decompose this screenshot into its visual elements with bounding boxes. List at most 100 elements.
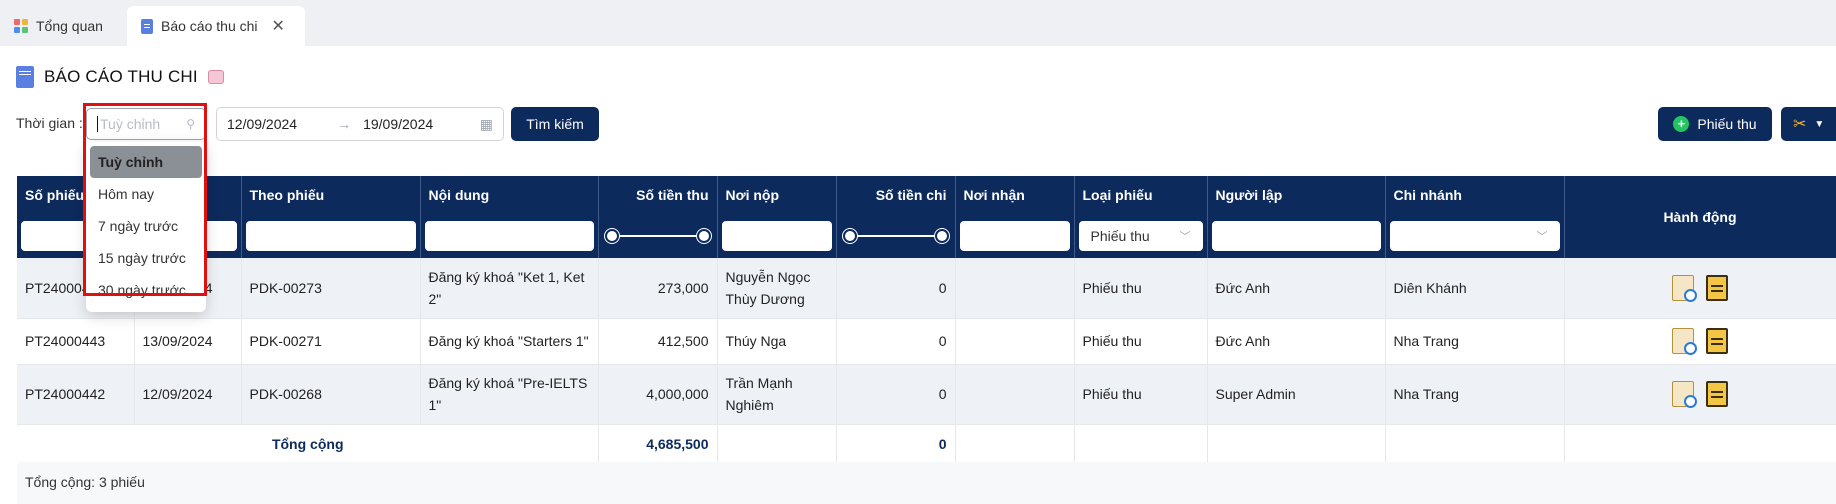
tab-label: Báo cáo thu chi (161, 18, 258, 34)
range-placeholder: Tuỳ chỉnh (100, 116, 161, 132)
report-table: Số phiếu Ngày lập Theo phiếu Nội dung Số… (17, 176, 1836, 465)
cell-noi-nop: Trần Mạnh Nghiêm (717, 364, 837, 425)
range-slider[interactable] (603, 221, 713, 251)
add-receipt-button[interactable]: + Phiếu thu (1658, 107, 1772, 141)
cell-thu: 412,500 (598, 318, 718, 365)
chevron-down-icon: ﹀ (1536, 231, 1548, 243)
print-receipt-icon[interactable] (1706, 274, 1728, 301)
view-detail-icon[interactable] (1672, 381, 1697, 408)
cash-register-icon (207, 70, 224, 84)
chevron-down-icon: ▼ (1814, 118, 1825, 130)
slider-handle[interactable] (696, 229, 711, 243)
tools-menu-button[interactable]: ✂ ▼ (1781, 107, 1836, 141)
type-filter-value: Phiếu thu (1090, 228, 1150, 244)
cell-so-phieu: PT24000443 (17, 318, 135, 365)
branch-filter-select[interactable]: ﹀ (1389, 221, 1560, 251)
col-header[interactable]: Nội dung (420, 176, 599, 214)
col-header[interactable]: Nơi nhận (955, 176, 1075, 214)
cell-noi-dung: Đăng ký khoá "Pre-IELTS 1" (420, 364, 599, 425)
cell-ngay-lap: 12/09/2024 (134, 364, 242, 425)
time-filter-label: Thời gian : (16, 115, 83, 131)
cell-actions (1564, 258, 1836, 319)
cell-nguoi-lap: Super Admin (1207, 364, 1386, 425)
range-select[interactable]: Tuỳ chỉnh ⚲ (86, 108, 206, 140)
tab-report[interactable]: Báo cáo thu chi ✕ (127, 6, 305, 46)
cell-ngay-lap: 13/09/2024 (134, 318, 242, 365)
dropdown-option-today[interactable]: Hôm nay (90, 178, 202, 210)
close-icon[interactable]: ✕ (272, 16, 285, 36)
cell-chi: 0 (836, 318, 956, 365)
date-range-picker[interactable]: 12/09/2024 → 19/09/2024 ▦ (216, 107, 504, 141)
filter-input[interactable] (959, 221, 1070, 251)
col-header[interactable]: Người lập (1207, 176, 1386, 214)
range-slider[interactable] (841, 221, 951, 251)
cell-loai: Phiếu thu (1074, 318, 1208, 365)
cell-noi-nhan (955, 364, 1075, 425)
tab-dashboard[interactable]: Tổng quan (0, 6, 122, 46)
cell-noi-dung: Đăng ký khoá "Ket 1, Ket 2" (420, 258, 599, 319)
document-icon (141, 18, 153, 34)
total-thu: 4,685,500 (598, 424, 718, 465)
dropdown-option-30days[interactable]: 30 ngày trước (90, 274, 202, 306)
col-header[interactable]: Chi nhánh (1385, 176, 1565, 214)
slider-handle[interactable] (842, 229, 857, 243)
filter-input[interactable] (424, 221, 594, 251)
print-receipt-icon[interactable] (1706, 328, 1728, 354)
view-detail-icon[interactable] (1672, 274, 1697, 302)
view-detail-icon[interactable] (1672, 328, 1697, 355)
col-header[interactable]: Số tiền chi (836, 176, 956, 214)
date-to[interactable]: 19/09/2024 (363, 116, 433, 132)
table-row[interactable]: PT24000442 12/09/2024 PDK-00268 Đăng ký … (17, 364, 1836, 425)
slider-handle[interactable] (934, 229, 949, 243)
filter-input[interactable] (1211, 221, 1381, 251)
col-header[interactable]: Loại phiếu (1074, 176, 1208, 214)
cell-noi-nop: Nguyễn Ngọc Thùy Dương (717, 258, 837, 319)
receipt-button-label: Phiếu thu (1697, 116, 1757, 132)
cell-noi-nop: Thúy Nga (717, 318, 837, 365)
tools-icon: ✂ (1793, 116, 1807, 133)
search-button[interactable]: Tìm kiếm (511, 107, 599, 141)
cell-chi: 0 (836, 364, 956, 425)
plus-circle-icon: + (1673, 116, 1690, 132)
table-row[interactable]: PT24000443 13/09/2024 PDK-00271 Đăng ký … (17, 318, 1836, 365)
tab-label: Tổng quan (36, 18, 103, 34)
cell-theo-phieu: PDK-00271 (241, 318, 421, 365)
col-header[interactable]: Theo phiếu (241, 176, 421, 214)
cell-nguoi-lap: Đức Anh (1207, 318, 1386, 365)
cell-chi-nhanh: Nha Trang (1385, 364, 1565, 425)
col-header[interactable]: Số tiền thu (598, 176, 718, 214)
cell-nguoi-lap: Đức Anh (1207, 258, 1386, 319)
dropdown-option-custom[interactable]: Tuỳ chỉnh (90, 146, 202, 178)
arrow-right-icon: → (337, 116, 352, 132)
record-count: Tổng cộng: 3 phiếu (17, 462, 1836, 504)
slider-handle[interactable] (604, 229, 619, 243)
cell-thu: 273,000 (598, 258, 718, 319)
col-header[interactable]: Nơi nộp (717, 176, 837, 214)
print-receipt-icon[interactable] (1706, 381, 1728, 407)
cell-chi: 0 (836, 258, 956, 319)
cell-so-phieu: PT24000442 (17, 364, 135, 425)
page-header: BÁO CÁO THU CHI (16, 64, 224, 90)
total-chi: 0 (836, 424, 956, 465)
date-from[interactable]: 12/09/2024 (227, 116, 297, 132)
filter-input[interactable] (245, 221, 416, 251)
cell-loai: Phiếu thu (1074, 364, 1208, 425)
dashboard-grid-icon (14, 19, 28, 33)
total-row: Tổng cộng 4,685,500 0 (17, 424, 1836, 465)
col-header-actions: Hành động (1564, 176, 1836, 258)
tab-bar: Tổng quan Báo cáo thu chi ✕ (0, 0, 1836, 46)
cell-thu: 4,000,000 (598, 364, 718, 425)
filter-input[interactable] (721, 221, 832, 251)
range-dropdown-menu: Tuỳ chỉnh Hôm nay 7 ngày trước 15 ngày t… (86, 142, 206, 312)
cell-theo-phieu: PDK-00273 (241, 258, 421, 319)
cell-actions (1564, 364, 1836, 425)
cell-loai: Phiếu thu (1074, 258, 1208, 319)
cell-noi-nhan (955, 258, 1075, 319)
dropdown-option-7days[interactable]: 7 ngày trước (90, 210, 202, 242)
type-filter-select[interactable]: Phiếu thu ﹀ (1078, 221, 1203, 251)
table-row[interactable]: PT24000444 13/09/2024 PDK-00273 Đăng ký … (17, 258, 1836, 319)
dropdown-option-15days[interactable]: 15 ngày trước (90, 242, 202, 274)
report-document-icon (16, 66, 34, 88)
chevron-down-icon: ﹀ (1179, 231, 1191, 243)
total-label: Tổng cộng (17, 424, 599, 465)
